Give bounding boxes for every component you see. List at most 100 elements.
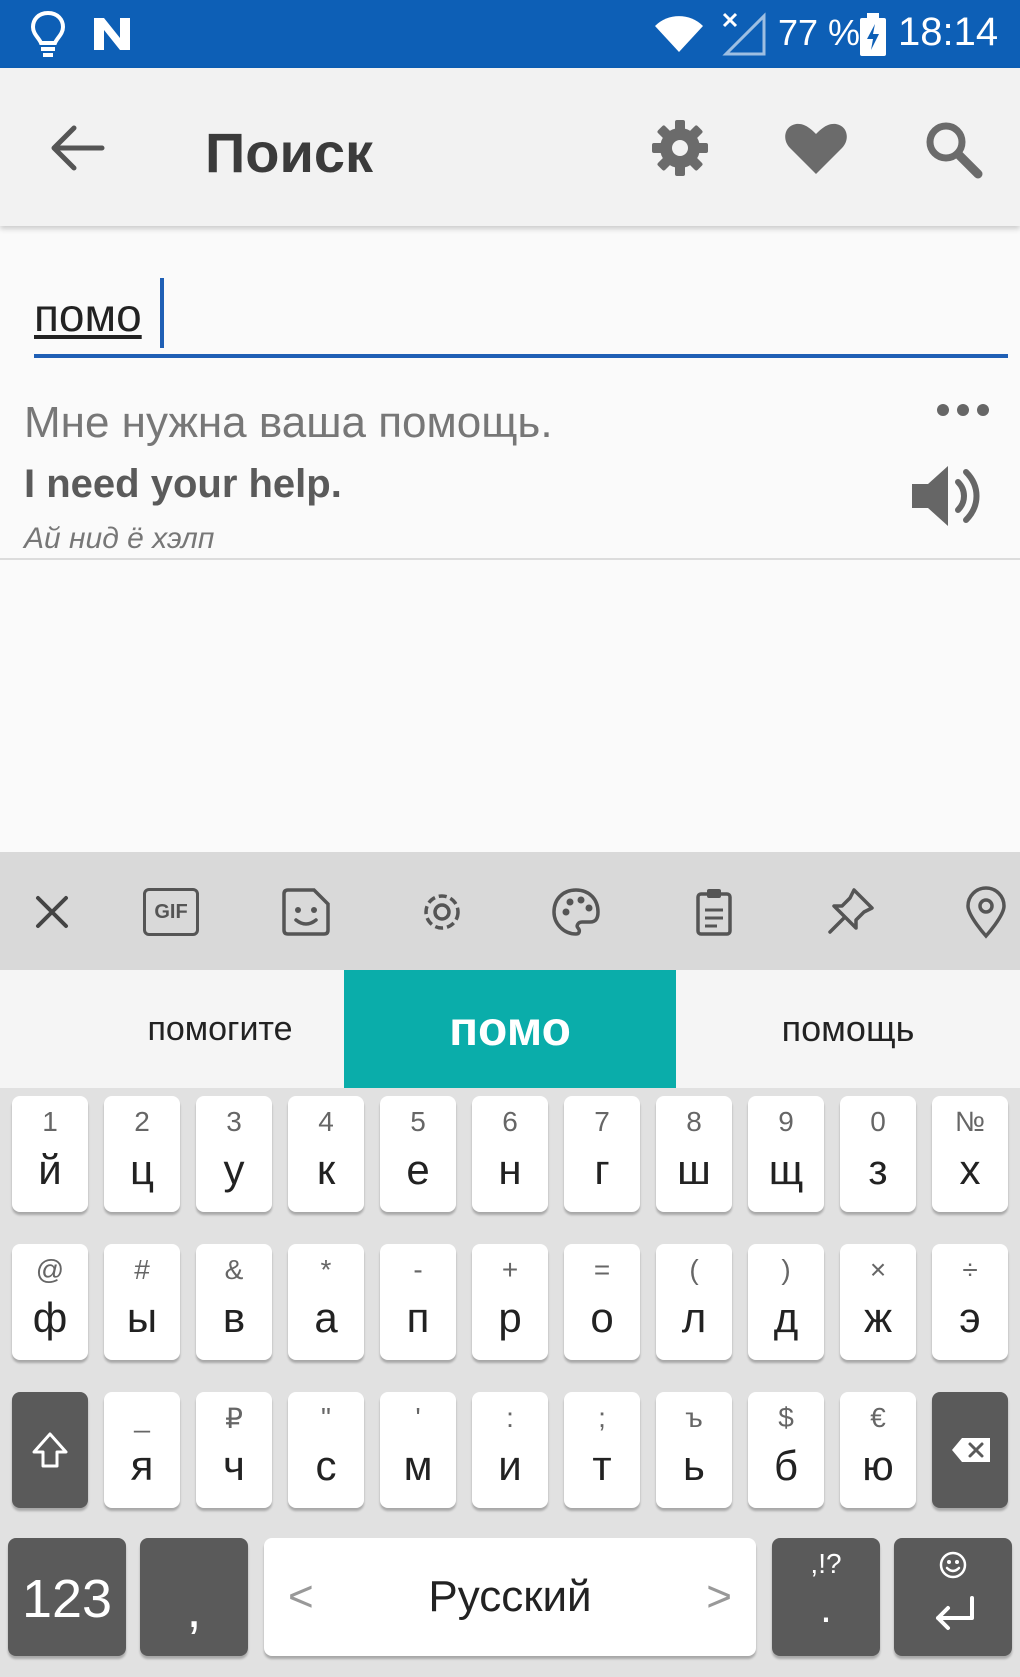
lightbulb-icon xyxy=(30,10,66,57)
key-ж[interactable]: × ж xyxy=(840,1244,916,1360)
key-ш[interactable]: 8ш xyxy=(656,1096,732,1212)
key-ф[interactable]: @ ф xyxy=(12,1244,88,1360)
sticker-icon[interactable] xyxy=(278,884,334,940)
search-icon[interactable] xyxy=(916,112,988,184)
status-bar: 77 % 18:14 xyxy=(0,0,1020,68)
palette-icon[interactable] xyxy=(548,884,604,940)
key-hint: $ xyxy=(778,1402,794,1433)
key-label: ж xyxy=(863,1294,893,1341)
key-э[interactable]: ÷ э xyxy=(932,1244,1008,1360)
emoji-icon xyxy=(939,1551,967,1579)
more-options-icon[interactable] xyxy=(935,398,991,422)
key-а[interactable]: * а xyxy=(288,1244,364,1360)
key-label: м xyxy=(403,1442,433,1489)
key-д[interactable]: ) д xyxy=(748,1244,824,1360)
key-label: ь xyxy=(683,1442,705,1489)
search-input[interactable]: помо xyxy=(34,270,1008,358)
gif-label: GIF xyxy=(154,900,188,923)
key-б[interactable]: $ б xyxy=(748,1392,824,1508)
period-key[interactable]: ,!? . xyxy=(772,1538,880,1656)
key-label: и xyxy=(498,1442,522,1489)
pin-icon[interactable] xyxy=(822,884,878,940)
suggestion-left[interactable]: помогите xyxy=(60,970,380,1088)
key-в[interactable]: & в xyxy=(196,1244,272,1360)
space-key[interactable]: < Русский > xyxy=(264,1538,756,1656)
comma-key[interactable]: , xyxy=(140,1538,248,1656)
key-label: й xyxy=(38,1146,62,1193)
speaker-icon[interactable] xyxy=(908,458,984,534)
backspace-key[interactable] xyxy=(932,1392,1008,1508)
key-м[interactable]: ' м xyxy=(380,1392,456,1508)
gif-icon[interactable]: GIF xyxy=(143,888,199,936)
key-ь[interactable]: ъь xyxy=(656,1392,732,1508)
key-ю[interactable]: € ю xyxy=(840,1392,916,1508)
back-arrow-icon[interactable] xyxy=(46,116,110,180)
phrase-result-item[interactable]: Мне нужна ваша помощь. I need your help.… xyxy=(0,380,1020,560)
key-г[interactable]: 7г xyxy=(564,1096,640,1212)
key-ц[interactable]: 2ц xyxy=(104,1096,180,1212)
key-label: ш xyxy=(677,1146,711,1193)
shift-icon xyxy=(32,1432,68,1468)
key-х[interactable]: № х xyxy=(932,1096,1008,1212)
period-key-hint: ,!? xyxy=(810,1548,842,1579)
key-п[interactable]: -п xyxy=(380,1244,456,1360)
suggestion-center[interactable]: помо xyxy=(344,970,676,1088)
comma-key-label: , xyxy=(186,1579,202,1639)
clipboard-icon[interactable] xyxy=(686,884,742,940)
key-hint: ÷ xyxy=(962,1254,978,1285)
key-л[interactable]: (л xyxy=(656,1244,732,1360)
key-label: к xyxy=(316,1146,336,1193)
backspace-icon xyxy=(952,1438,990,1462)
shift-key[interactable] xyxy=(12,1392,88,1508)
wifi-icon xyxy=(655,16,703,52)
key-hint: 9 xyxy=(778,1106,794,1137)
space-right-arrow: > xyxy=(706,1572,732,1621)
key-hint: + xyxy=(501,1254,519,1285)
key-hint: & xyxy=(224,1254,244,1285)
search-input-value: помо xyxy=(34,289,142,341)
key-label: ф xyxy=(32,1294,68,1341)
key-hint: 3 xyxy=(226,1106,242,1137)
key-о[interactable]: = о xyxy=(564,1244,640,1360)
key-hint: " xyxy=(321,1402,331,1433)
key-hint: 5 xyxy=(410,1106,426,1137)
key-з[interactable]: 0з xyxy=(840,1096,916,1212)
numbers-key[interactable]: 123 xyxy=(8,1538,126,1656)
key-label: а xyxy=(314,1294,338,1341)
key-т[interactable]: ; т xyxy=(564,1392,640,1508)
key-hint: @ xyxy=(35,1254,65,1285)
key-ы[interactable]: # ы xyxy=(104,1244,180,1360)
location-icon[interactable] xyxy=(958,884,1014,940)
key-и[interactable]: :и xyxy=(472,1392,548,1508)
key-hint: ; xyxy=(598,1402,606,1433)
key-label: р xyxy=(498,1294,522,1341)
key-label: у xyxy=(223,1146,245,1193)
app-bar: Поиск xyxy=(0,68,1020,226)
enter-key[interactable] xyxy=(894,1538,1012,1656)
key-hint: 4 xyxy=(318,1106,334,1137)
key-щ[interactable]: 9щ xyxy=(748,1096,824,1212)
key-hint: ' xyxy=(415,1402,421,1433)
key-hint: 1 xyxy=(42,1106,58,1137)
key-р[interactable]: + р xyxy=(472,1244,548,1360)
key-label: п xyxy=(406,1294,430,1341)
key-hint: 6 xyxy=(502,1106,518,1137)
key-hint: : xyxy=(506,1402,514,1433)
key-й[interactable]: 1й xyxy=(12,1096,88,1212)
key-hint: * xyxy=(320,1254,332,1285)
key-с[interactable]: " с xyxy=(288,1392,364,1508)
key-hint: ( xyxy=(689,1254,699,1285)
key-я[interactable]: _ я xyxy=(104,1392,180,1508)
key-у[interactable]: 3у xyxy=(196,1096,272,1212)
close-icon[interactable] xyxy=(24,884,80,940)
suggestion-right[interactable]: помощь xyxy=(676,970,1020,1088)
period-key-label: . xyxy=(820,1584,832,1631)
key-е[interactable]: 5е xyxy=(380,1096,456,1212)
settings-icon[interactable] xyxy=(414,884,470,940)
key-label: б xyxy=(773,1442,799,1489)
favorites-heart-icon[interactable] xyxy=(780,112,852,184)
key-к[interactable]: 4к xyxy=(288,1096,364,1212)
key-ч[interactable]: ₽ ч xyxy=(196,1392,272,1508)
settings-gear-icon[interactable] xyxy=(644,112,716,184)
key-н[interactable]: 6н xyxy=(472,1096,548,1212)
